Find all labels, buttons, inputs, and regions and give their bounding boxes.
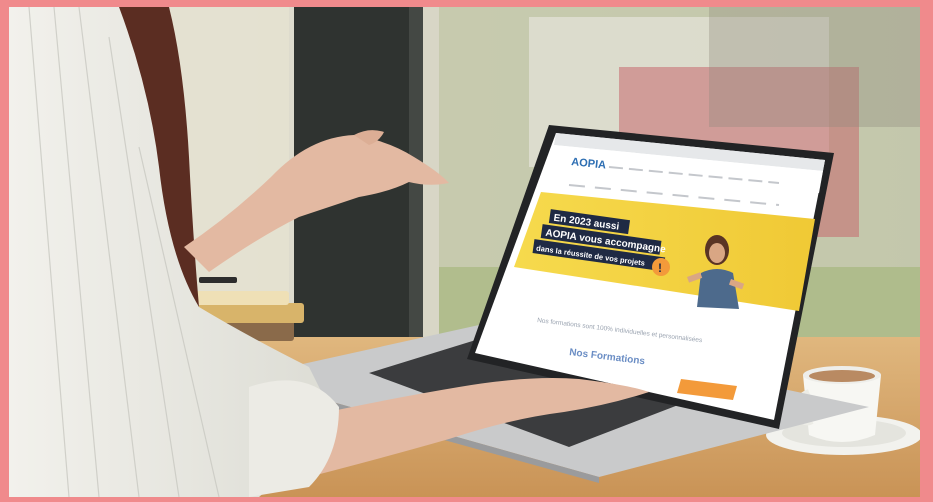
photo-frame: AOPIA En 2023 aussi AOPIA vous accompagn… [9,7,920,497]
photo: AOPIA En 2023 aussi AOPIA vous accompagn… [9,7,920,497]
svg-text:!: ! [658,261,662,275]
